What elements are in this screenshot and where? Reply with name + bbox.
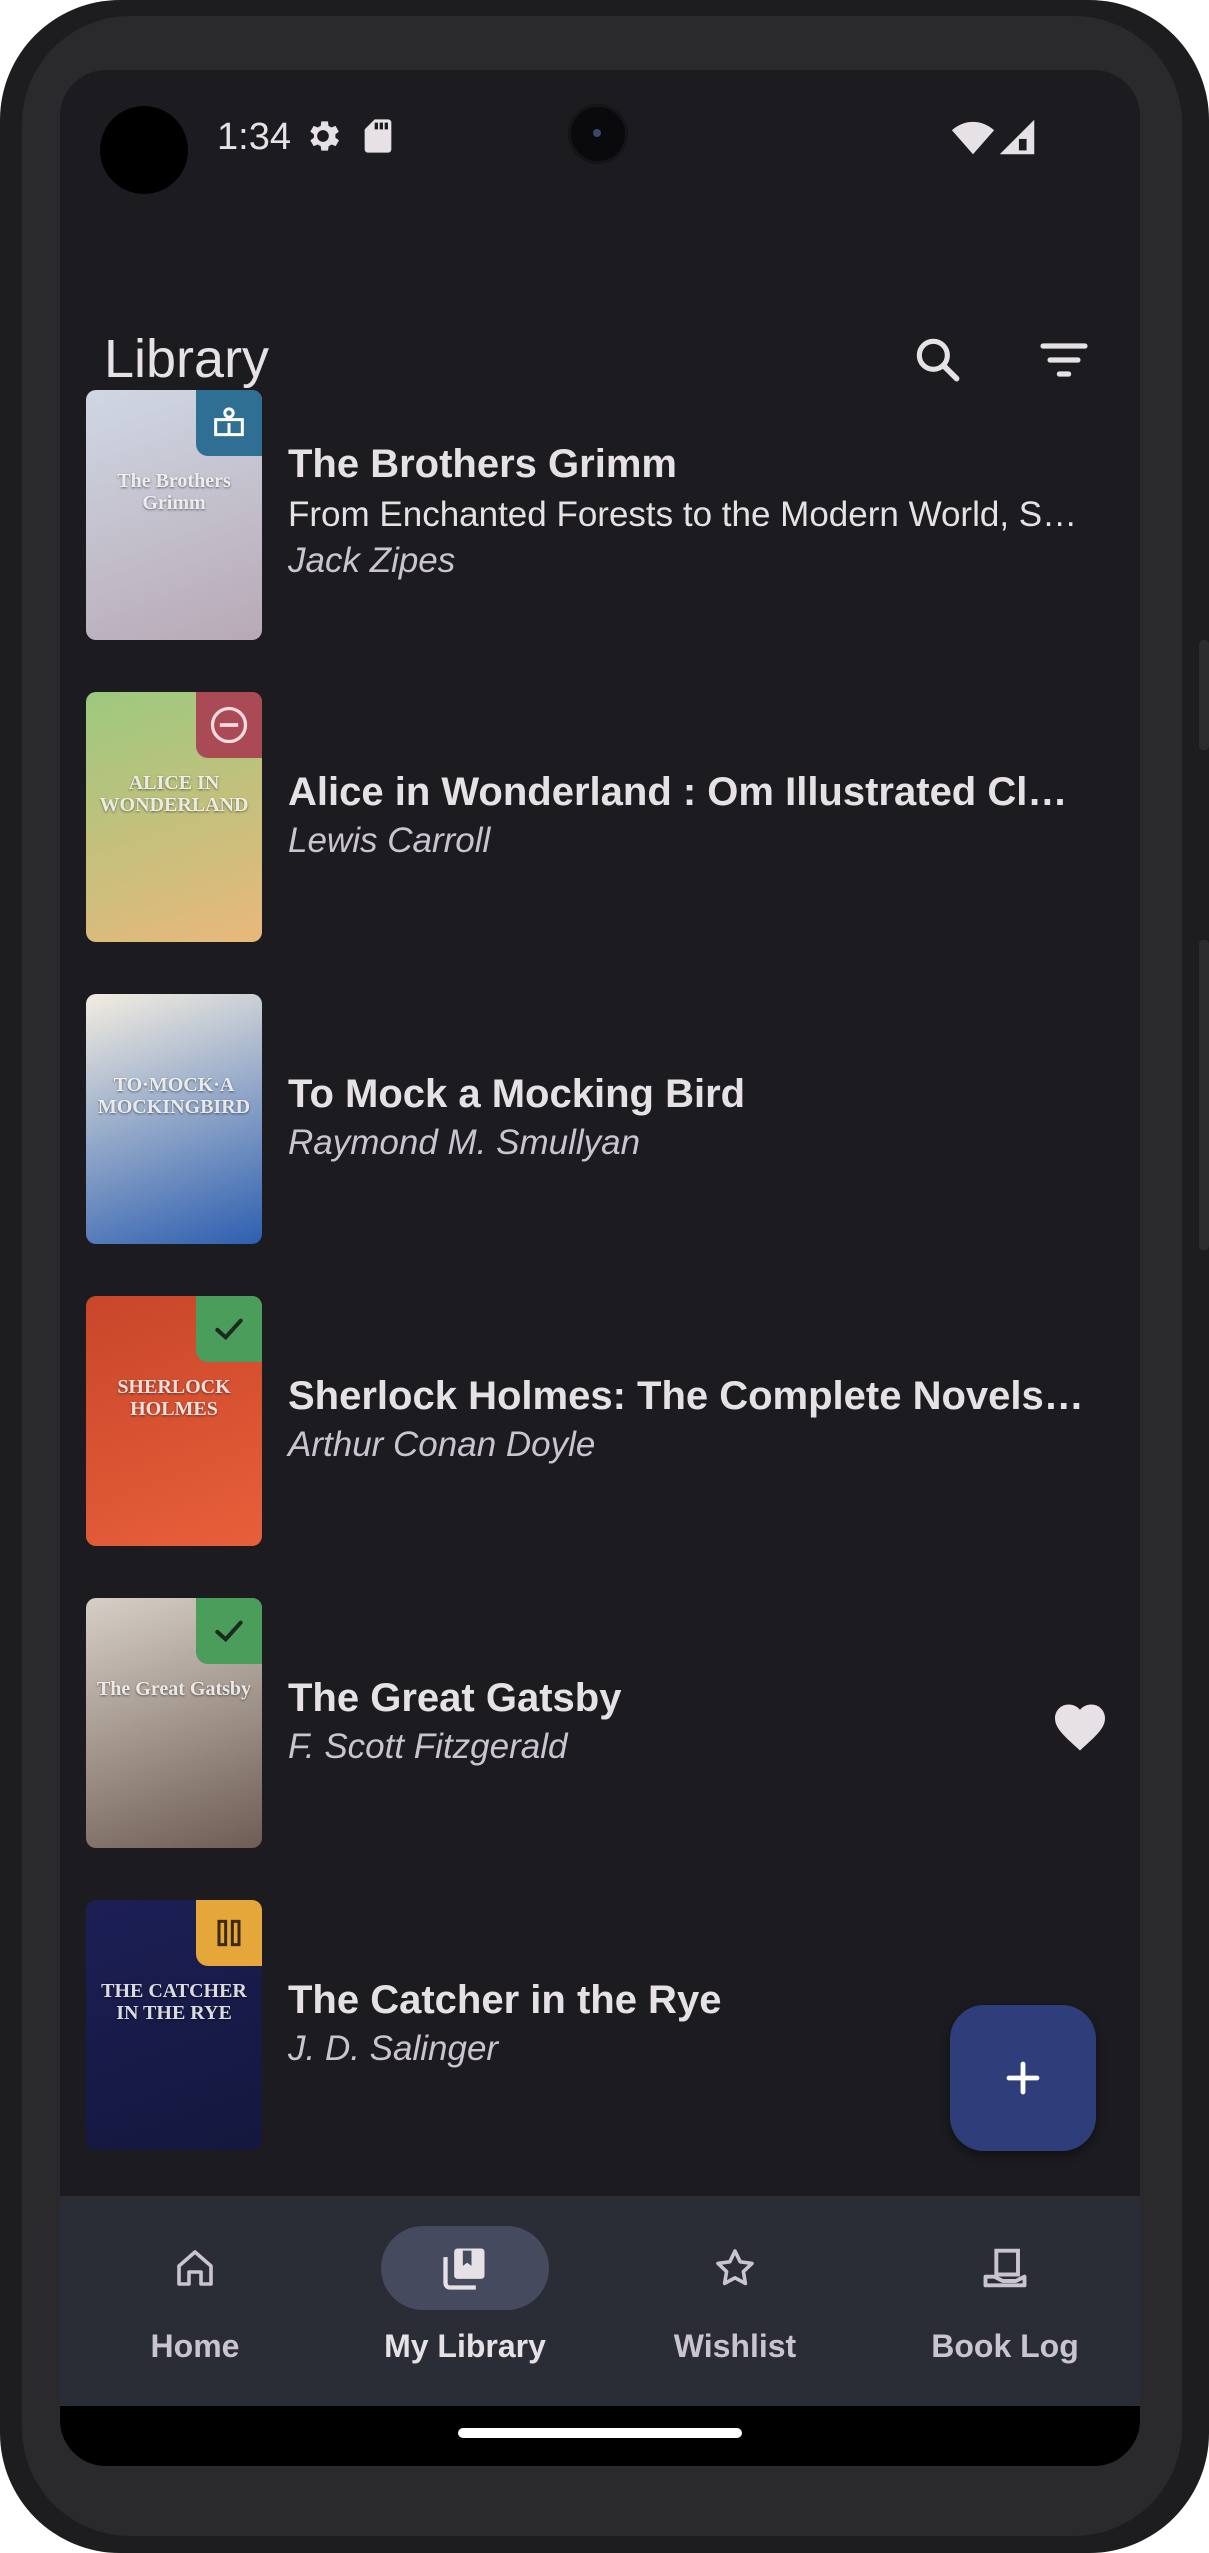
page-title: Library: [104, 329, 270, 389]
book-cover-art-text: The Brothers Grimm: [117, 470, 231, 514]
star-icon: [651, 2226, 819, 2310]
front-sensor: [100, 106, 188, 194]
book-list-item[interactable]: The Great Gatsby The Great Gatsby F. Scott…: [60, 1598, 1140, 1900]
library-icon: [381, 2226, 549, 2310]
book-cover: The Brothers Grimm: [86, 390, 262, 640]
front-camera: [568, 104, 628, 164]
book-cover-art-text: TO·MOCK·A MOCKINGBIRD: [97, 1074, 251, 1118]
nav-item-my-library[interactable]: My Library: [330, 2196, 600, 2406]
book-info: The Catcher in the Rye J. D. Salinger: [288, 1978, 1048, 2069]
book-log-icon: [921, 2226, 1089, 2310]
search-icon: [916, 338, 960, 382]
status-badge-paused: [196, 1900, 262, 1966]
add-icon: [1006, 2061, 1040, 2095]
book-cover: SHERLOCK HOLMES: [86, 1296, 262, 1546]
power-button: [1199, 940, 1209, 1250]
book-author: Arthur Conan Doyle: [288, 1425, 596, 1464]
add-book-button[interactable]: [950, 2005, 1096, 2151]
book-cover: THE CATCHER IN THE RYE: [86, 1900, 262, 2150]
reading-icon: [214, 407, 244, 437]
check-icon: [215, 1318, 243, 1341]
status-bar: 1:34: [60, 70, 1140, 200]
status-badge-reading: [196, 390, 262, 456]
status-badge-dropped: [196, 692, 262, 758]
book-list-item[interactable]: ALICE IN WONDERLAND Alice in Wonderland :…: [60, 692, 1140, 994]
book-title: The Great Gatsby: [288, 1676, 622, 1720]
book-title: The Brothers Grimm: [288, 442, 677, 486]
book-cover: TO·MOCK·A MOCKINGBIRD: [86, 994, 262, 1244]
book-author: F. Scott Fitzgerald: [288, 1727, 568, 1766]
nav-label: Book Log: [931, 2328, 1079, 2364]
nav-label: Home: [150, 2328, 240, 2364]
book-list-item[interactable]: TO·MOCK·A MOCKINGBIRD To Mock a Mocking B…: [60, 994, 1140, 1296]
status-badge-finished: [196, 1598, 262, 1664]
book-info: The Brothers Grimm From Enchanted Forests…: [288, 442, 1077, 581]
home-indicator[interactable]: [458, 2428, 742, 2438]
dropped-icon: [210, 706, 248, 744]
status-time: 1:34: [217, 116, 291, 158]
nav-item-wishlist[interactable]: Wishlist: [600, 2196, 870, 2406]
book-cover-art-text: ALICE IN WONDERLAND: [99, 772, 249, 816]
nav-label: My Library: [384, 2328, 546, 2364]
home-icon: [111, 2226, 279, 2310]
wifi-icon: [951, 121, 995, 155]
bottom-navigation: Home My Library Wishlist Book Log: [60, 2196, 1140, 2406]
favorite-heart-icon[interactable]: [1050, 1698, 1110, 1758]
book-author: Jack Zipes: [288, 541, 456, 580]
book-list-item[interactable]: SHERLOCK HOLMES Sherlock Holmes: The Comp…: [60, 1296, 1140, 1598]
book-cover-art-text: SHERLOCK HOLMES: [117, 1376, 231, 1420]
filter-icon: [1040, 343, 1088, 377]
book-info: Alice in Wonderland : Om Illustrated Cla…: [288, 770, 1088, 861]
nav-item-book-log[interactable]: Book Log: [870, 2196, 1140, 2406]
nav-item-home[interactable]: Home: [60, 2196, 330, 2406]
pause-icon: [217, 1919, 241, 1947]
book-title: Sherlock Holmes: The Complete Novels …: [288, 1374, 1088, 1418]
book-author: Raymond M. Smullyan: [288, 1123, 641, 1162]
book-list-item[interactable]: The Brothers Grimm The Brothers Grimm From…: [60, 390, 1140, 692]
book-title: To Mock a Mocking Bird: [288, 1072, 746, 1116]
nav-label: Wishlist: [673, 2328, 797, 2364]
book-author: Lewis Carroll: [288, 821, 491, 860]
check-icon: [215, 1620, 243, 1643]
sd-card-icon: [364, 119, 392, 153]
book-cover-art-text: The Great Gatsby: [96, 1678, 252, 1700]
cell-signal-icon: [999, 119, 1035, 155]
book-info: The Great Gatsby F. Scott Fitzgerald: [288, 1676, 1048, 1767]
book-info: Sherlock Holmes: The Complete Novels … Ar…: [288, 1374, 1088, 1465]
status-badge-finished: [196, 1296, 262, 1362]
book-title: Alice in Wonderland : Om Illustrated Cla…: [288, 770, 1088, 814]
volume-button: [1199, 640, 1209, 750]
book-author: J. D. Salinger: [288, 2029, 499, 2068]
screen: 1:34 Library The Brothers Grimm The Brot…: [60, 70, 1140, 2466]
book-info: To Mock a Mocking Bird Raymond M. Smullya…: [288, 1072, 1048, 1163]
settings-icon: [310, 121, 339, 151]
book-cover: The Great Gatsby: [86, 1598, 262, 1848]
book-cover-art-text: THE CATCHER IN THE RYE: [101, 1980, 247, 2024]
book-subtitle: From Enchanted Forests to the Modern Wor…: [288, 495, 1078, 534]
book-cover: ALICE IN WONDERLAND: [86, 692, 262, 942]
